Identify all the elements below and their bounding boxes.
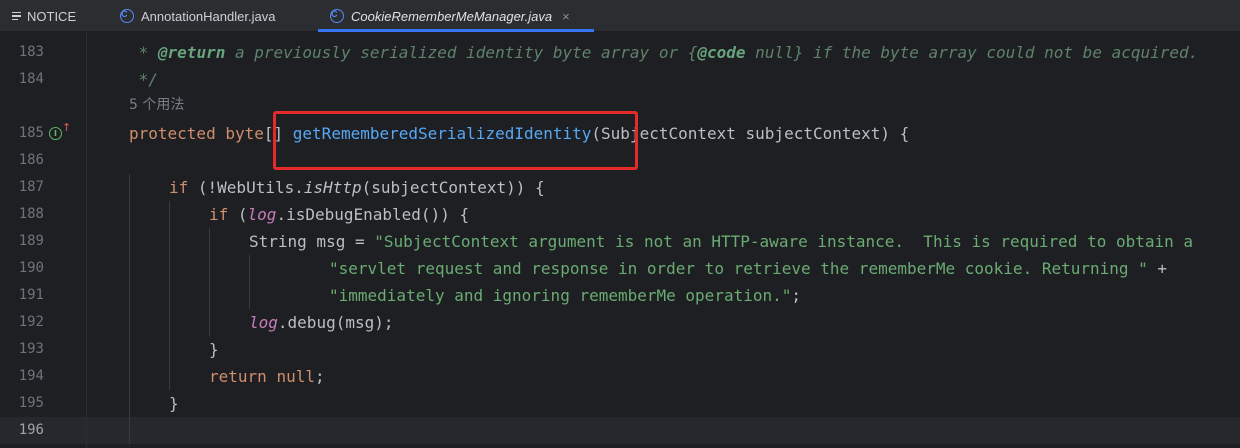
code-line-190[interactable]: 190 "servlet request and response in ord… bbox=[0, 255, 1240, 282]
code-text: } bbox=[209, 340, 219, 359]
menu-icon bbox=[12, 11, 21, 21]
class-icon: C bbox=[120, 9, 134, 23]
line-number: 183 bbox=[18, 44, 44, 60]
line-number: 185 bbox=[18, 125, 44, 141]
line-number: 186 bbox=[18, 152, 44, 168]
code-text: } bbox=[169, 394, 179, 413]
code-text: if (!WebUtils.isHttp(subjectContext)) { bbox=[169, 178, 545, 197]
code-text: String msg = "SubjectContext argument is… bbox=[249, 232, 1194, 251]
code-text: */ bbox=[129, 70, 158, 89]
line-number: 193 bbox=[18, 341, 44, 357]
line-number: 189 bbox=[18, 233, 44, 249]
code-line-192[interactable]: 192 log.debug(msg); bbox=[0, 309, 1240, 336]
annotation-highlight-box bbox=[273, 111, 638, 170]
code-line-191[interactable]: 191 "immediately and ignoring rememberMe… bbox=[0, 282, 1240, 309]
code-line-187[interactable]: 187 if (!WebUtils.isHttp(subjectContext)… bbox=[0, 174, 1240, 201]
line-number: 196 bbox=[18, 422, 44, 438]
line-number: 187 bbox=[18, 179, 44, 195]
close-tab-icon[interactable]: × bbox=[562, 9, 570, 24]
code-text: return null; bbox=[209, 367, 325, 386]
line-number: 195 bbox=[18, 395, 44, 411]
code-text: "servlet request and response in order t… bbox=[329, 259, 1168, 278]
override-arrow-icon[interactable]: ↑ bbox=[62, 121, 71, 134]
code-line-193[interactable]: 193 } bbox=[0, 336, 1240, 363]
usage-hint[interactable]: 5 个用法 bbox=[129, 92, 184, 119]
code-line-196[interactable]: 196 bbox=[0, 417, 1240, 444]
code-line-183[interactable]: 183 * @return a previously serialized id… bbox=[0, 39, 1240, 66]
line-number: 188 bbox=[18, 206, 44, 222]
code-line-184[interactable]: 184 */ bbox=[0, 66, 1240, 93]
tab-label: CookieRememberMeManager.java bbox=[351, 8, 553, 24]
class-icon: C bbox=[330, 9, 344, 23]
code-line-188[interactable]: 188 if (log.isDebugEnabled()) { bbox=[0, 201, 1240, 228]
line-number: 184 bbox=[18, 71, 44, 87]
line-number: 191 bbox=[18, 287, 44, 303]
implementation-gutter-icon[interactable]: I bbox=[49, 127, 62, 140]
line-number: 192 bbox=[18, 314, 44, 330]
tab-cookie-remember-me-manager[interactable]: C CookieRememberMeManager.java × bbox=[330, 0, 570, 32]
tab-annotation-handler[interactable]: C AnnotationHandler.java bbox=[120, 0, 275, 32]
code-text: log.debug(msg); bbox=[249, 313, 394, 332]
code-text: if (log.isDebugEnabled()) { bbox=[209, 205, 470, 224]
code-line-195[interactable]: 195 } bbox=[0, 390, 1240, 417]
tab-label: AnnotationHandler.java bbox=[141, 8, 276, 24]
code-line-189[interactable]: 189 String msg = "SubjectContext argumen… bbox=[0, 228, 1240, 255]
code-text: * @return a previously serialized identi… bbox=[129, 43, 1199, 62]
editor-tab-bar: NOTICE C AnnotationHandler.java C Cookie… bbox=[0, 0, 1240, 32]
tab-label: NOTICE bbox=[27, 8, 77, 24]
code-line-194[interactable]: 194 return null; bbox=[0, 363, 1240, 390]
code-text: "immediately and ignoring rememberMe ope… bbox=[329, 286, 802, 305]
line-number: 190 bbox=[18, 260, 44, 276]
line-number: 194 bbox=[18, 368, 44, 384]
tab-notice[interactable]: NOTICE bbox=[12, 0, 76, 32]
